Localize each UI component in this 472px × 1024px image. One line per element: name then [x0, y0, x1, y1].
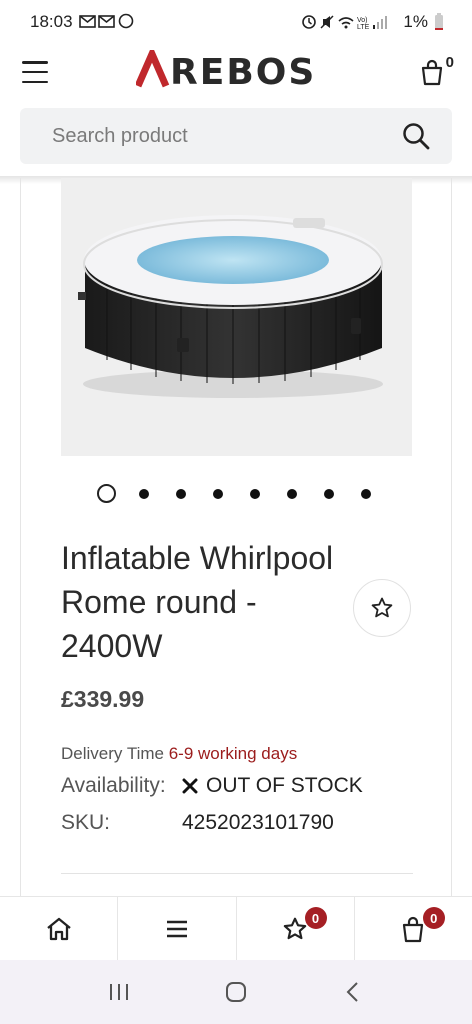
status-left: 18:03 [30, 12, 135, 32]
back-button[interactable] [333, 972, 373, 1012]
recent-apps-button[interactable] [99, 972, 139, 1012]
divider [61, 873, 413, 874]
home-icon [46, 917, 71, 940]
carousel-dot-active[interactable] [97, 484, 116, 503]
nav-menu[interactable] [118, 897, 237, 960]
mail-whatsapp-icons [78, 13, 133, 28]
add-to-wishlist-button[interactable] [353, 579, 411, 637]
product-price: £339.99 [61, 686, 145, 712]
availability-value: OUT OF STOCK [206, 774, 363, 797]
sku-label: SKU: [61, 811, 111, 834]
sku-row: SKU: 4252023101790 [61, 811, 334, 835]
sku-value: 4252023101790 [182, 811, 334, 834]
menu-icon [166, 920, 187, 937]
carousel-dot[interactable] [139, 488, 149, 499]
search-input[interactable] [52, 124, 372, 148]
carousel-dot[interactable] [361, 488, 371, 499]
status-bar: 18:03 Vo) LTE 1% [0, 0, 472, 44]
bottom-navigation: 0 0 [0, 896, 472, 960]
header-cart-count: 0 [445, 54, 454, 71]
image-carousel-dots [97, 484, 371, 503]
svg-text:LTE: LTE [357, 24, 370, 31]
availability-value-wrap: OUT OF STOCK [182, 774, 363, 798]
delivery-label: Delivery Time [61, 744, 164, 763]
app-header: REBOS 0 [0, 44, 472, 100]
logo[interactable]: REBOS [134, 44, 326, 95]
wishlist-count-badge: 0 [304, 907, 327, 929]
availability-row: Availability: OUT OF STOCK [61, 774, 363, 798]
system-navigation-bar [0, 960, 472, 1024]
battery-percent: 1% [403, 12, 428, 31]
carousel-dot[interactable] [250, 488, 260, 499]
header-cart-button[interactable]: 0 [414, 54, 454, 90]
carousel-dot[interactable] [324, 488, 334, 499]
hot-tub-image [78, 215, 383, 398]
back-chevron-icon [346, 982, 359, 1002]
home-button[interactable] [216, 972, 256, 1012]
status-right: Vo) LTE 1% [301, 12, 444, 32]
battery-icon [435, 13, 443, 30]
product-image[interactable] [61, 178, 412, 456]
hamburger-line [22, 61, 48, 64]
carousel-dot[interactable] [287, 488, 297, 499]
recent-apps-icon [109, 984, 128, 1000]
carousel-dot[interactable] [176, 488, 186, 499]
search-button[interactable] [400, 120, 432, 152]
nav-cart[interactable]: 0 [355, 897, 472, 960]
nav-wishlist[interactable]: 0 [237, 897, 355, 960]
svg-text:Vo): Vo) [357, 17, 368, 24]
star-icon [371, 597, 393, 618]
product-card: Inflatable Whirlpool Rome round - 2400W … [20, 178, 452, 898]
delivery-value: 6-9 working days [168, 744, 298, 763]
system-status-icons: Vo) LTE [302, 15, 388, 31]
delivery-time: Delivery Time 6-9 working days [61, 744, 297, 764]
hamburger-line [22, 70, 48, 74]
product-title: Inflatable Whirlpool Rome round - 2400W [61, 540, 334, 664]
logo-text: REBOS [170, 52, 316, 90]
hamburger-line [22, 80, 48, 83]
home-circle-icon [225, 982, 246, 1002]
search-bar [20, 108, 452, 164]
cart-count-badge: 0 [422, 907, 445, 929]
carousel-dot[interactable] [213, 488, 223, 499]
arebos-logo: REBOS [134, 44, 316, 93]
nav-home[interactable] [0, 897, 119, 960]
cross-icon [182, 778, 198, 794]
notification-icons [78, 13, 135, 32]
availability-label: Availability: [61, 774, 166, 797]
status-time: 18:03 [30, 12, 73, 31]
menu-button[interactable] [22, 61, 48, 83]
shopping-bag-icon [421, 59, 443, 86]
search-icon [403, 123, 430, 150]
